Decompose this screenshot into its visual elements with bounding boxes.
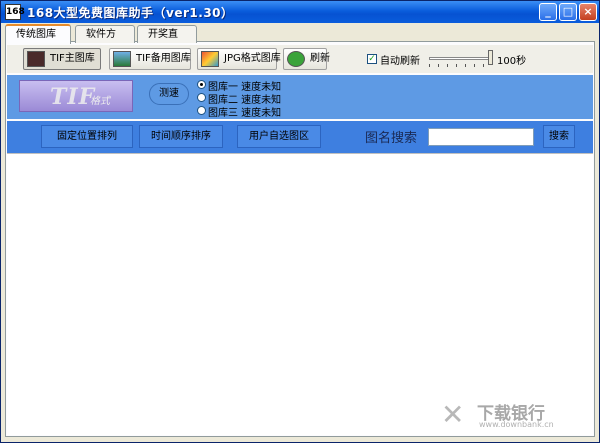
fixed-position-sort-button[interactable]: 固定位置排列 bbox=[41, 125, 133, 148]
server-2-radio[interactable] bbox=[197, 93, 206, 102]
user-custom-area-button[interactable]: 用户自选图区 bbox=[237, 125, 321, 148]
close-button[interactable]: × bbox=[579, 3, 597, 21]
logo-text: TIF bbox=[50, 84, 96, 110]
watermark: ✕ 下载银行 www.downbank.cn bbox=[441, 399, 591, 435]
search-label: 图名搜索 bbox=[365, 131, 418, 146]
refresh-label: 刷新 bbox=[310, 53, 330, 64]
tab-traditional-gallery[interactable]: 传统图库 bbox=[5, 24, 71, 44]
tif-format-logo: TIF 格式 bbox=[19, 80, 133, 112]
server-1-radio[interactable] bbox=[197, 80, 206, 89]
server-3-radio[interactable] bbox=[197, 106, 206, 115]
title-bar[interactable]: 168 168大型免费图库助手（ver1.30） _ □ × bbox=[1, 1, 599, 23]
slider-ticks bbox=[429, 64, 491, 67]
logo-sub: 格式 bbox=[90, 96, 110, 107]
refresh-button[interactable]: 刷新 bbox=[283, 48, 330, 70]
slider-thumb[interactable] bbox=[488, 50, 493, 65]
speed-test-button[interactable]: 测速 bbox=[149, 83, 189, 105]
toolbar: TIF主图库 TIF备用图库 JPG格式图库 刷新 ✓ 自动刷新 100秒 bbox=[7, 45, 593, 73]
window-title: 168大型免费图库助手（ver1.30） bbox=[27, 6, 234, 20]
tif-main-label: TIF主图库 bbox=[50, 53, 95, 64]
gallery-source-panel: TIF 格式 测速 图库一 速度未知 图库二 速度未知 图库三 速度未知 bbox=[7, 75, 593, 119]
app-icon: 168 bbox=[5, 4, 25, 20]
refresh-interval-value: 100秒 bbox=[497, 56, 527, 67]
auto-refresh-checkbox[interactable]: ✓ bbox=[367, 54, 377, 64]
jpg-gallery-button[interactable]: JPG格式图库 bbox=[197, 48, 281, 70]
app-window: 168 168大型免费图库助手（ver1.30） _ □ × 传统图库 软件方式… bbox=[0, 0, 600, 443]
tif-backup-label: TIF备用图库 bbox=[136, 53, 191, 64]
tif-main-gallery-button[interactable]: TIF主图库 bbox=[23, 48, 101, 70]
search-button[interactable]: 搜索 bbox=[543, 125, 575, 148]
search-input[interactable] bbox=[428, 128, 534, 146]
tab-lottery-live[interactable]: 开奖直播 bbox=[137, 25, 197, 57]
jpg-gallery-icon bbox=[201, 51, 219, 67]
image-content-area[interactable] bbox=[7, 153, 593, 435]
tif-main-icon bbox=[27, 51, 45, 67]
minimize-button[interactable]: _ bbox=[539, 3, 557, 21]
maximize-button[interactable]: □ bbox=[559, 3, 577, 21]
time-order-sort-button[interactable]: 时间顺序排序 bbox=[139, 125, 223, 148]
watermark-logo-icon: ✕ bbox=[441, 398, 465, 431]
auto-refresh-label: 自动刷新 bbox=[380, 56, 420, 67]
sort-search-bar: 固定位置排列 时间顺序排序 用户自选图区 图名搜索 搜索 bbox=[7, 121, 593, 153]
jpg-gallery-label: JPG格式图库 bbox=[224, 53, 281, 64]
tif-backup-gallery-button[interactable]: TIF备用图库 bbox=[109, 48, 191, 70]
watermark-url: www.downbank.cn bbox=[479, 420, 554, 429]
tif-backup-icon bbox=[113, 51, 131, 67]
tab-software-mode[interactable]: 软件方式 bbox=[75, 25, 135, 57]
server-3-label: 图库三 速度未知 bbox=[208, 108, 282, 119]
refresh-icon bbox=[287, 51, 305, 67]
refresh-interval-slider[interactable] bbox=[429, 57, 491, 60]
